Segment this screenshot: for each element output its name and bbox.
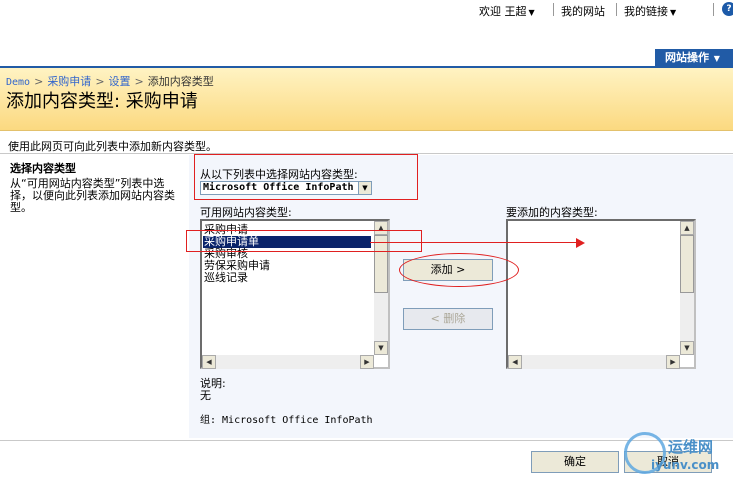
annotation-box xyxy=(194,154,418,200)
my-links-label: 我的链接 xyxy=(624,5,668,18)
scroll-down-icon[interactable]: ▼ xyxy=(374,341,388,355)
watermark-text: 运维网 xyxy=(668,438,714,456)
description-value: 无 xyxy=(200,389,211,402)
scroll-left-icon[interactable]: ◀ xyxy=(508,355,522,369)
chevron-down-icon: ▼ xyxy=(528,8,535,17)
available-types-label: 可用网站内容类型: xyxy=(200,206,292,219)
site-actions-menu[interactable]: 网站操作 ▼ xyxy=(655,49,733,66)
welcome-menu[interactable]: 欢迎 王超 ▼ xyxy=(479,3,535,19)
chevron-down-icon: ▼ xyxy=(670,8,677,17)
annotation-ellipse xyxy=(399,253,519,287)
watermark-url: iyunv.com xyxy=(651,458,720,472)
my-links-menu[interactable]: 我的链接 ▼ xyxy=(624,3,676,19)
annotation-arrow xyxy=(370,242,578,243)
horizontal-scrollbar[interactable] xyxy=(202,355,374,369)
page-description: 使用此网页可向此列表中添加新内容类型。 xyxy=(8,140,217,153)
top-navigation: 欢迎 王超 ▼ 我的网站 我的链接 ▼ ? xyxy=(0,0,733,20)
divider xyxy=(553,3,554,16)
section-description: 从“可用网站内容类型”列表中选择，以便向此列表添加网站内容类型。 xyxy=(10,177,175,214)
scroll-up-icon[interactable]: ▲ xyxy=(680,221,694,235)
welcome-label: 欢迎 xyxy=(479,5,501,18)
section-title: 选择内容类型 xyxy=(10,162,76,175)
chevron-down-icon: ▼ xyxy=(711,54,720,63)
annotation-box xyxy=(186,230,422,252)
arrow-head-icon xyxy=(576,238,585,248)
remove-button[interactable]: < 删除 xyxy=(403,308,493,330)
scroll-left-icon[interactable]: ◀ xyxy=(202,355,216,369)
group-label: 组: Microsoft Office InfoPath xyxy=(200,415,373,426)
site-actions-label: 网站操作 xyxy=(665,51,709,64)
scrollbar-thumb[interactable] xyxy=(680,235,694,293)
divider xyxy=(0,440,733,441)
page-title: 添加内容类型: 采购申请 xyxy=(6,91,198,112)
horizontal-scrollbar[interactable] xyxy=(508,355,680,369)
scroll-down-icon[interactable]: ▼ xyxy=(680,341,694,355)
ok-button[interactable]: 确定 xyxy=(531,451,619,473)
user-name: 王超 xyxy=(504,5,527,18)
divider xyxy=(713,3,714,16)
scroll-right-icon[interactable]: ▶ xyxy=(666,355,680,369)
list-item[interactable]: 巡线记录 xyxy=(203,272,371,284)
help-icon[interactable]: ? xyxy=(722,2,733,16)
scroll-right-icon[interactable]: ▶ xyxy=(360,355,374,369)
types-to-add-label: 要添加的内容类型: xyxy=(506,206,598,219)
my-site-link[interactable]: 我的网站 xyxy=(561,3,605,19)
divider xyxy=(616,3,617,16)
